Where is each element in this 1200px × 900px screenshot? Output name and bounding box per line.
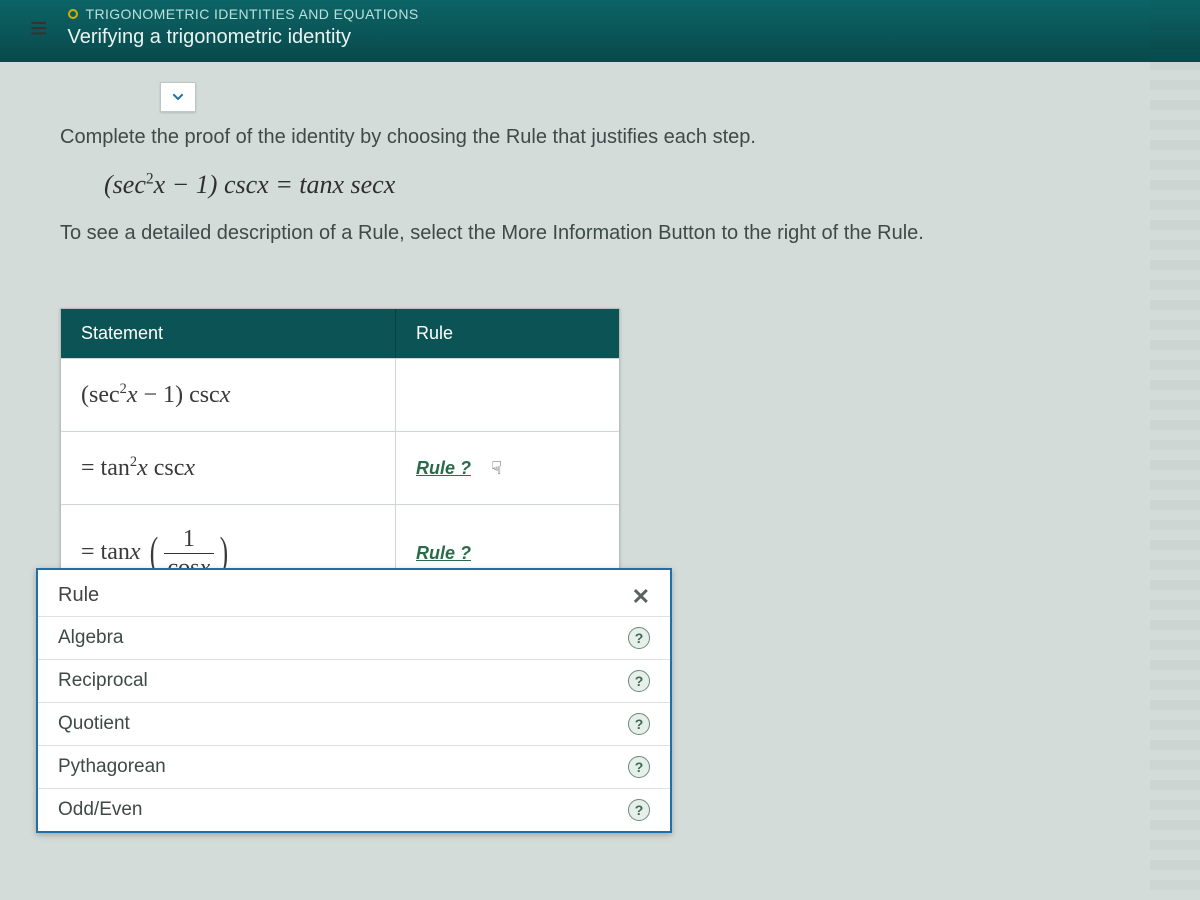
dropdown-title: Rule [58, 584, 99, 610]
rule-select-link[interactable]: Rule ? [416, 458, 471, 479]
rule-option-reciprocal[interactable]: Reciprocal ? [38, 659, 670, 702]
option-label: Algebra [58, 627, 124, 649]
app-header: ≡ TRIGONOMETRIC IDENTITIES AND EQUATIONS… [0, 0, 1200, 62]
info-button[interactable]: ? [628, 799, 650, 821]
chevron-down-icon [170, 89, 186, 105]
section-dot-icon [68, 9, 78, 19]
rule-option-algebra[interactable]: Algebra ? [38, 616, 670, 659]
header-titles: TRIGONOMETRIC IDENTITIES AND EQUATIONS V… [68, 0, 419, 59]
dropdown-options: Algebra ? Reciprocal ? Quotient ? Pythag… [38, 616, 670, 831]
proof-table-header: Statement Rule [61, 309, 619, 358]
info-button[interactable]: ? [628, 756, 650, 778]
option-label: Pythagorean [58, 756, 166, 778]
rule-dropdown-panel: Rule ✕ Algebra ? Reciprocal ? Quotient ?… [36, 568, 672, 833]
instruction-2: To see a detailed description of a Rule,… [60, 218, 1150, 248]
table-row: = tan2x cscx Rule ? ☟ [61, 431, 619, 504]
table-row: (sec2x − 1) cscx [61, 358, 619, 431]
hand-cursor-icon: ☟ [491, 458, 502, 479]
instruction-1: Complete the proof of the identity by ch… [60, 122, 1150, 152]
rule-option-pythagorean[interactable]: Pythagorean ? [38, 745, 670, 788]
header-statement: Statement [61, 309, 396, 358]
page-title: Verifying a trigonometric identity [68, 26, 419, 49]
dropdown-header: Rule ✕ [38, 570, 670, 616]
info-button[interactable]: ? [628, 713, 650, 735]
rule-option-oddeven[interactable]: Odd/Even ? [38, 788, 670, 831]
proof-table: Statement Rule (sec2x − 1) cscx = tan2x … [60, 308, 620, 603]
option-label: Reciprocal [58, 670, 148, 692]
info-button[interactable]: ? [628, 670, 650, 692]
option-label: Quotient [58, 713, 130, 735]
statement-cell: = tan2x cscx [61, 432, 396, 504]
statement-cell: (sec2x − 1) cscx [61, 359, 396, 431]
section-title-text: TRIGONOMETRIC IDENTITIES AND EQUATIONS [86, 6, 419, 22]
rule-option-quotient[interactable]: Quotient ? [38, 702, 670, 745]
content-area: Complete the proof of the identity by ch… [0, 62, 1200, 623]
rule-cell [396, 359, 619, 431]
rule-select-link[interactable]: Rule ? [416, 543, 471, 564]
identity-equation: (sec2x − 1) cscx = tanx secx [104, 170, 1150, 200]
close-icon[interactable]: ✕ [632, 584, 650, 610]
section-title: TRIGONOMETRIC IDENTITIES AND EQUATIONS [68, 6, 419, 22]
rule-cell: Rule ? ☟ [396, 432, 619, 504]
option-label: Odd/Even [58, 799, 143, 821]
info-button[interactable]: ? [628, 627, 650, 649]
proof-wrapper: Statement Rule (sec2x − 1) cscx = tan2x … [60, 308, 1150, 603]
menu-icon[interactable]: ≡ [10, 0, 68, 58]
collapse-button[interactable] [160, 82, 196, 112]
header-rule: Rule [396, 309, 619, 358]
